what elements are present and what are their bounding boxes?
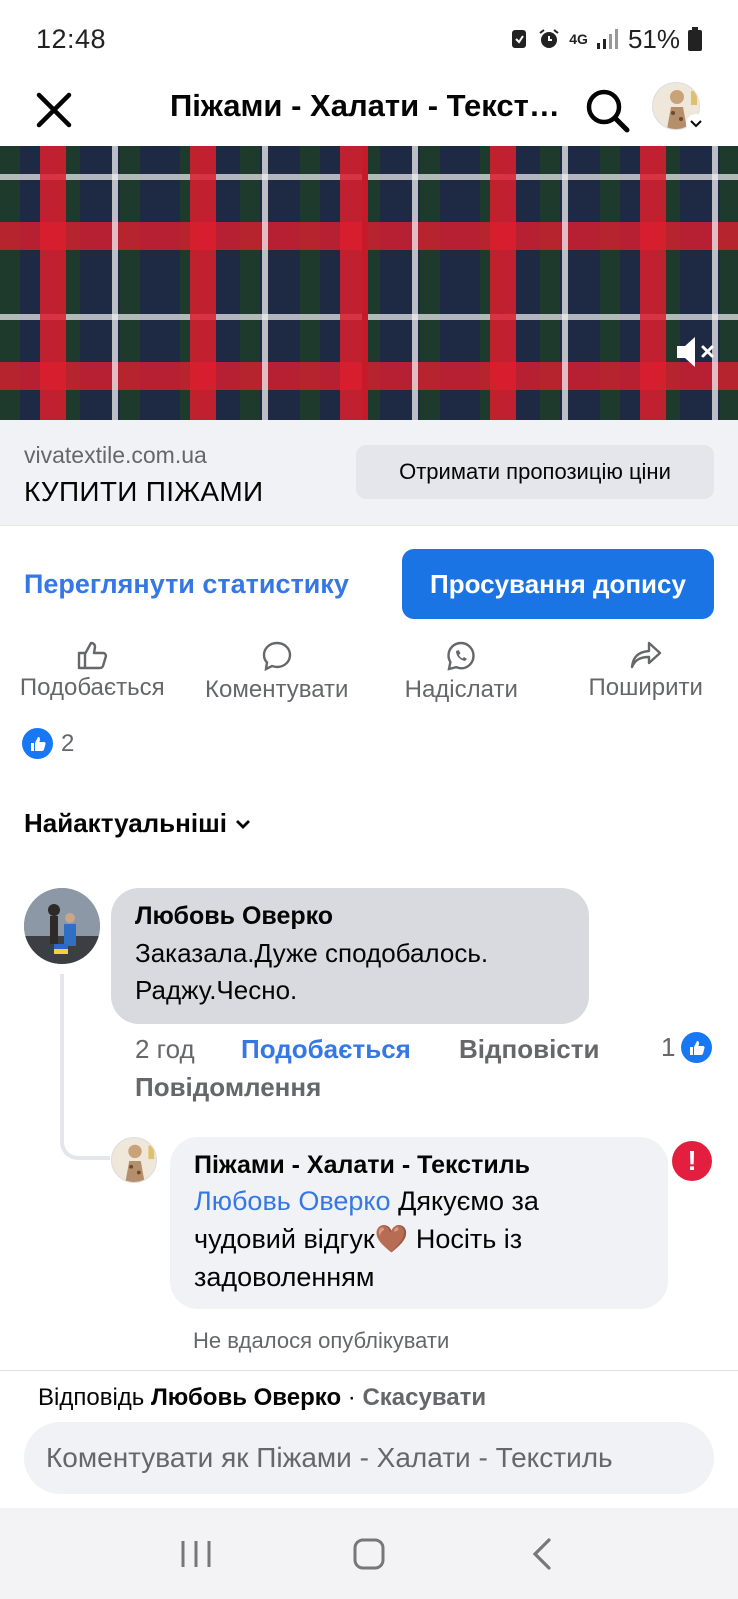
commenter-avatar[interactable] [24, 888, 100, 964]
like-action-label: Подобається [19, 674, 165, 701]
reaction-count: 2 [61, 729, 75, 757]
system-nav-bar [0, 1508, 738, 1599]
reply-thread-line [60, 974, 110, 1160]
reply-text: Любовь Оверко Дякуємо за чудовий відгук🤎… [194, 1182, 644, 1296]
thumbs-up-icon [78, 641, 108, 670]
comment-author[interactable]: Любовь Оверко [135, 902, 565, 931]
network-label: 4G [569, 31, 588, 47]
back-icon [532, 1537, 551, 1570]
comment-like-number: 1 [661, 1032, 676, 1062]
home-button[interactable] [339, 1524, 399, 1584]
post-failed-text[interactable]: Не вдалося опублікувати [193, 1328, 449, 1354]
send-action-label: Надіслати [404, 676, 518, 703]
app-header: Піжами - Халати - Текстиль [0, 78, 738, 146]
page-reply-avatar[interactable] [111, 1137, 157, 1183]
cta-domain: vivatextile.com.ua [24, 442, 207, 468]
reply-mention[interactable]: Любовь Оверко [194, 1186, 391, 1216]
chevron-down-icon [690, 120, 702, 128]
comment-time[interactable]: 2 год [135, 1034, 195, 1065]
home-icon [353, 1538, 385, 1569]
close-button[interactable] [34, 86, 74, 134]
mute-button[interactable] [672, 330, 720, 374]
signal-icon [596, 29, 618, 49]
chevron-down-icon [235, 819, 250, 829]
comment-like-count[interactable]: 1 [661, 1032, 713, 1063]
post-actions: Подобається Коментувати Надіслати Пошири… [0, 640, 738, 720]
close-icon [36, 92, 72, 128]
status-time: 12:48 [36, 23, 107, 54]
comment-action-label: Коментувати [205, 676, 349, 703]
recent-apps-icon [181, 1540, 211, 1567]
composer-divider [0, 1370, 738, 1371]
battery-icon [688, 27, 702, 51]
comment-text: Заказала.Дуже сподобалось. Раджу.Чесно. [135, 938, 489, 1005]
like-reaction-icon [681, 1032, 713, 1063]
error-icon[interactable]: ! [672, 1141, 712, 1181]
search-button[interactable] [582, 82, 632, 138]
reply-separator: · [341, 1384, 363, 1411]
comment-sort-dropdown[interactable]: Найактуальніші [24, 808, 251, 839]
recent-apps-button[interactable] [166, 1524, 226, 1584]
share-action-button[interactable]: Поширити [554, 640, 738, 720]
like-action-button[interactable]: Подобається [0, 640, 185, 720]
shield-icon [512, 30, 527, 48]
cancel-reply-button[interactable]: Скасувати [362, 1384, 486, 1411]
reactions-summary[interactable]: 2 [22, 728, 74, 759]
reply-bubble[interactable]: Піжами - Халати - Текстиль Любовь Оверко… [170, 1137, 668, 1309]
replying-to-bar: Відповідь Любовь Оверко · Скасувати [38, 1384, 486, 1412]
status-icons: 4G 51% [509, 24, 702, 55]
share-icon [630, 641, 661, 669]
reply-to-name: Любовь Оверко [150, 1384, 342, 1411]
share-action-label: Поширити [588, 674, 703, 701]
reply-author[interactable]: Піжами - Халати - Текстиль [194, 1151, 644, 1180]
status-bar: 12:48 4G 51% [0, 0, 738, 78]
send-action-button[interactable]: Надіслати [369, 640, 554, 720]
whatsapp-icon [447, 641, 475, 671]
cta-bar[interactable]: vivatextile.com.ua КУПИТИ ПІЖАМИ Отримат… [0, 420, 738, 526]
view-insights-link[interactable]: Переглянути статистику [24, 569, 349, 600]
page-title: Піжами - Халати - Текстиль [170, 88, 570, 123]
comment-icon [262, 641, 291, 672]
back-button[interactable] [512, 1524, 572, 1584]
sort-label: Найактуальніші [24, 808, 227, 838]
cta-headline: КУПИТИ ПІЖАМИ [24, 476, 264, 507]
boost-post-button[interactable]: Просування допису [402, 549, 714, 619]
get-quote-button[interactable]: Отримати пропозицію ціни [356, 445, 714, 499]
reply-prefix: Відповідь [38, 1384, 145, 1411]
comment-bubble[interactable]: Любовь Оверко Заказала.Дуже сподобалось.… [111, 888, 589, 1024]
account-switch-button[interactable] [686, 114, 706, 134]
comment-like-button[interactable]: Подобається [241, 1034, 411, 1065]
speaker-muted-icon [677, 337, 714, 367]
battery-percent: 51% [627, 23, 680, 54]
alarm-icon [539, 29, 559, 48]
search-icon [586, 89, 630, 133]
comment-input[interactable] [24, 1422, 714, 1494]
comment-action-button[interactable]: Коментувати [185, 640, 370, 720]
comment-message-button[interactable]: Повідомлення [135, 1072, 321, 1103]
comment-reply-button[interactable]: Відповісти [459, 1034, 599, 1065]
like-reaction-icon [22, 728, 53, 759]
post-video[interactable] [0, 146, 738, 420]
